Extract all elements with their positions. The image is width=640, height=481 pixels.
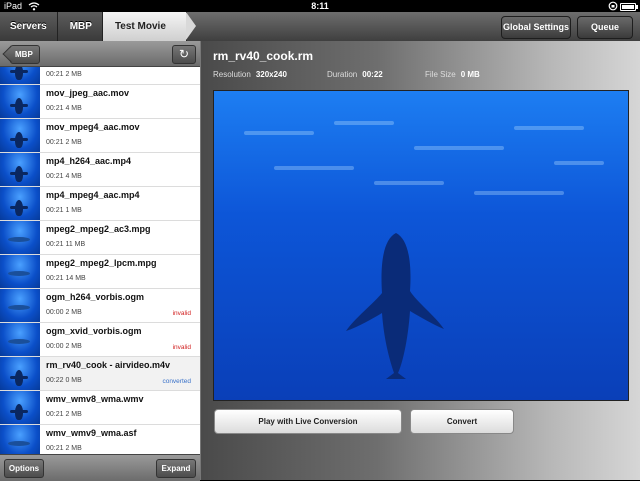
filesize-info: File Size 0 MB (425, 70, 480, 79)
file-name: mpeg2_mpeg2_ac3.mpg (46, 224, 151, 234)
filesize-value: 0 MB (460, 70, 480, 79)
duration-label: Duration (327, 70, 358, 79)
file-meta: 00:21 4 MB (46, 105, 82, 112)
video-thumbnail (0, 187, 40, 220)
dolphin-silhouette (346, 233, 444, 379)
light-ray (244, 131, 314, 135)
list-item[interactable]: mov_mpeg4_aac.mov 00:21 2 MB (0, 119, 200, 153)
file-meta: 00:21 11 MB (46, 241, 86, 248)
file-name: wmv_wmv9_wma.asf (46, 428, 137, 438)
light-ray (514, 126, 584, 130)
file-name: wmv_wmv8_wma.wmv (46, 394, 144, 404)
duration-info: Duration 00:22 (327, 70, 383, 79)
resolution-label: Resolution (213, 70, 251, 79)
video-thumbnail (0, 391, 40, 424)
breadcrumb-mbp[interactable]: MBP (57, 12, 103, 41)
light-ray (554, 161, 604, 165)
global-settings-button[interactable]: Global Settings (501, 16, 571, 39)
back-button-label: MBP (15, 50, 33, 59)
list-item[interactable]: 00:21 2 MB (0, 67, 200, 85)
file-list-bottom-toolbar: Options Expand (0, 454, 200, 481)
status-badge: invalid (172, 344, 191, 351)
clock: 8:11 (311, 1, 329, 11)
rotation-lock-icon (608, 1, 618, 11)
video-thumbnail (0, 323, 40, 356)
file-name: mp4_h264_aac.mp4 (46, 156, 132, 166)
file-list[interactable]: 00:21 2 MB mov_jpeg_aac.mov 00:21 4 MB m… (0, 67, 200, 454)
video-thumbnail (0, 153, 40, 186)
file-list-toolbar: MBP ↻ (0, 41, 200, 67)
file-meta: 00:21 1 MB (46, 207, 82, 214)
status-badge: converted (162, 378, 191, 385)
video-preview[interactable] (213, 90, 629, 401)
file-meta: 00:21 2 MB (46, 139, 82, 146)
file-name: mpeg2_mpeg2_lpcm.mpg (46, 258, 157, 268)
list-item[interactable]: mpeg2_mpeg2_lpcm.mpg 00:21 14 MB (0, 255, 200, 289)
breadcrumb: Servers MBP Test Movie (0, 12, 196, 41)
video-thumbnail (0, 425, 40, 454)
video-thumbnail (0, 67, 40, 84)
play-live-conversion-button[interactable]: Play with Live Conversion (214, 409, 402, 434)
light-ray (474, 191, 564, 195)
convert-button[interactable]: Convert (410, 409, 514, 434)
file-name: mov_jpeg_aac.mov (46, 88, 130, 98)
filesize-label: File Size (425, 70, 456, 79)
file-name: rm_rv40_cook - airvideo.m4v (46, 360, 171, 370)
list-item[interactable]: ogm_h264_vorbis.ogm 00:00 2 MB invalid (0, 289, 200, 323)
list-item[interactable]: mov_jpeg_aac.mov 00:21 4 MB (0, 85, 200, 119)
breadcrumb-test-movie[interactable]: Test Movie (102, 12, 196, 41)
file-name: mp4_mpeg4_aac.mp4 (46, 190, 140, 200)
list-item[interactable]: mp4_h264_aac.mp4 00:21 4 MB (0, 153, 200, 187)
file-meta: 00:21 14 MB (46, 275, 86, 282)
file-meta: 00:00 2 MB (46, 309, 82, 316)
status-bar: iPad 8:11 (0, 0, 640, 12)
file-name: ogm_xvid_vorbis.ogm (46, 326, 142, 336)
file-meta: 00:21 2 MB (46, 445, 82, 452)
file-meta: 00:22 0 MB (46, 377, 82, 384)
light-ray (334, 121, 394, 125)
file-meta: 00:21 2 MB (46, 411, 82, 418)
detail-panel: rm_rv40_cook.rm Resolution 320x240 Durati… (201, 41, 640, 480)
file-name: ogm_h264_vorbis.ogm (46, 292, 145, 302)
list-item[interactable]: mpeg2_mpeg2_ac3.mpg 00:21 11 MB (0, 221, 200, 255)
light-ray (374, 181, 444, 185)
battery-icon (620, 3, 638, 11)
video-thumbnail (0, 221, 40, 254)
file-list-panel: MBP ↻ 00:21 2 MB mov_jpeg_aac.mov 00:21 … (0, 41, 201, 481)
breadcrumb-servers[interactable]: Servers (0, 12, 58, 41)
light-ray (414, 146, 504, 150)
video-thumbnail (0, 357, 40, 390)
light-ray (274, 166, 354, 170)
video-thumbnail (0, 255, 40, 288)
video-thumbnail (0, 85, 40, 118)
back-button[interactable]: MBP (10, 45, 40, 64)
file-name: mov_mpeg4_aac.mov (46, 122, 140, 132)
options-button[interactable]: Options (4, 459, 44, 478)
expand-button[interactable]: Expand (156, 459, 196, 478)
file-meta: 00:00 2 MB (46, 343, 82, 350)
video-title: rm_rv40_cook.rm (213, 49, 314, 63)
file-meta: 00:21 4 MB (46, 173, 82, 180)
list-item[interactable]: mp4_mpeg4_aac.mp4 00:21 1 MB (0, 187, 200, 221)
queue-button[interactable]: Queue (577, 16, 633, 39)
refresh-button[interactable]: ↻ (172, 45, 196, 64)
list-item[interactable]: ogm_xvid_vorbis.ogm 00:00 2 MB invalid (0, 323, 200, 357)
video-thumbnail (0, 289, 40, 322)
refresh-icon: ↻ (178, 47, 190, 61)
list-item[interactable]: rm_rv40_cook - airvideo.m4v 00:22 0 MB c… (0, 357, 200, 391)
top-navigation-bar: Servers MBP Test Movie Global Settings Q… (0, 12, 640, 42)
file-meta: 00:21 2 MB (46, 71, 82, 78)
resolution-value: 320x240 (255, 70, 287, 79)
video-thumbnail (0, 119, 40, 152)
list-item[interactable]: wmv_wmv9_wma.asf 00:21 2 MB (0, 425, 200, 454)
list-item[interactable]: wmv_wmv8_wma.wmv 00:21 2 MB (0, 391, 200, 425)
duration-value: 00:22 (362, 70, 383, 79)
resolution-info: Resolution 320x240 (213, 70, 287, 79)
status-badge: invalid (172, 310, 191, 317)
